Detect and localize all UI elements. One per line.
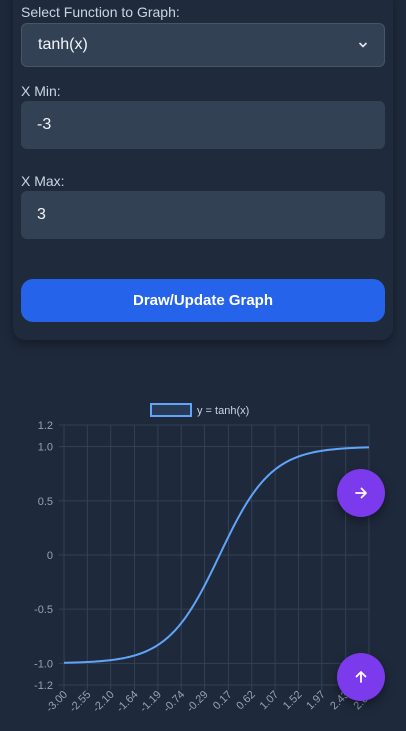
scroll-to-top-button[interactable]: [337, 653, 385, 701]
draw-graph-button[interactable]: Draw/Update Graph: [21, 279, 385, 322]
function-select-value: tanh(x): [38, 36, 88, 53]
x-tick-label: -2.55: [67, 689, 93, 715]
xmin-input[interactable]: -3: [21, 101, 385, 149]
chevron-down-icon: [358, 42, 368, 48]
y-tick-label: -1.0: [34, 658, 53, 670]
function-select[interactable]: tanh(x): [21, 23, 385, 67]
arrow-right-icon: [355, 487, 367, 499]
next-button[interactable]: [337, 469, 385, 517]
legend-label: y = tanh(x): [197, 405, 249, 417]
xmax-label: X Max:: [21, 173, 65, 189]
x-tick-label: 0.17: [211, 689, 235, 713]
x-tick-label: -0.74: [161, 689, 187, 715]
y-tick-label: -1.2: [34, 680, 53, 692]
y-tick-label: 0.5: [38, 496, 53, 508]
y-tick-label: 0: [47, 550, 53, 562]
x-tick-label: -1.19: [138, 689, 164, 715]
xmin-value: -3: [37, 116, 52, 133]
xmax-input[interactable]: 3: [21, 191, 385, 239]
x-tick-label: 1.97: [304, 689, 328, 713]
x-tick-label: 1.07: [258, 689, 282, 713]
x-tick-label: -0.29: [184, 689, 210, 715]
arrow-up-icon: [355, 671, 367, 683]
xmax-value: 3: [37, 206, 46, 223]
y-tick-label: 1.0: [38, 442, 53, 454]
function-label: Select Function to Graph:: [21, 4, 180, 20]
y-tick-label: 1.2: [38, 420, 53, 432]
x-tick-label: 1.52: [281, 689, 305, 713]
x-tick-label: -3.00: [44, 689, 70, 715]
xmin-label: X Min:: [21, 83, 61, 99]
x-tick-label: 0.62: [234, 689, 258, 713]
y-tick-label: -0.5: [34, 604, 53, 616]
x-tick-label: -1.64: [114, 689, 140, 715]
legend-swatch: [150, 403, 192, 417]
x-tick-label: -2.10: [91, 689, 117, 715]
